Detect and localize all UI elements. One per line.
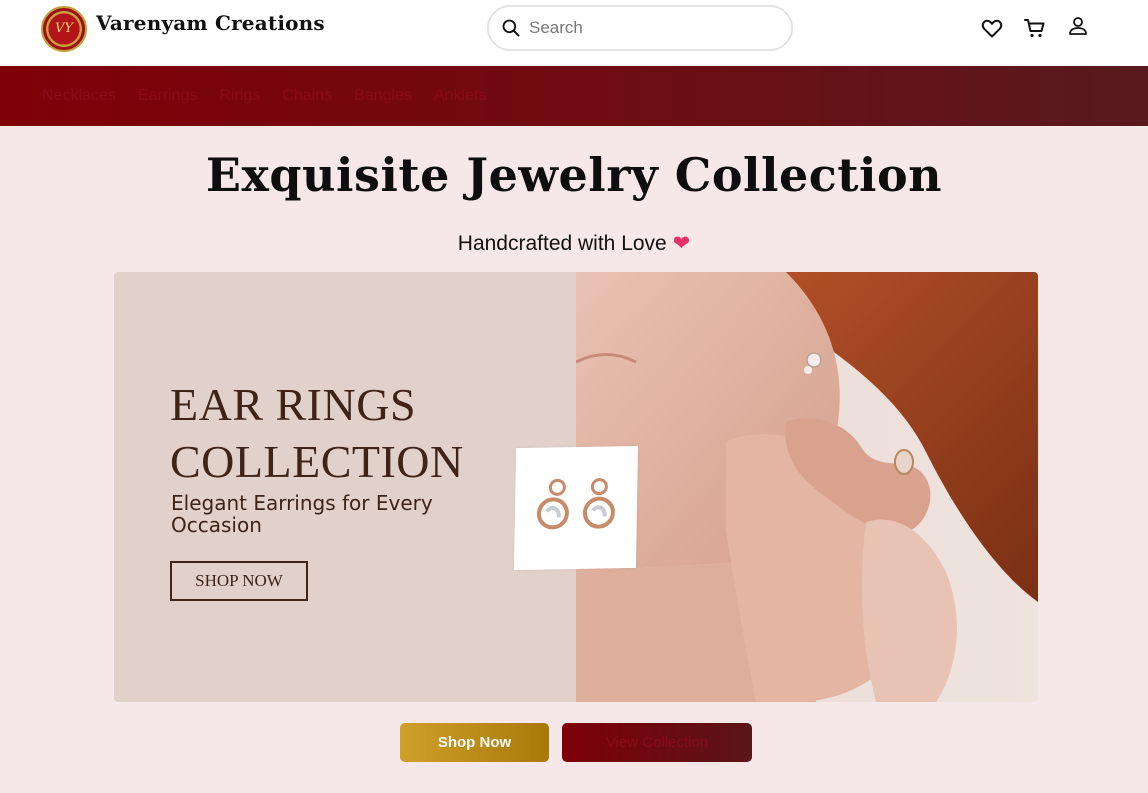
- nav-item-earrings[interactable]: Earrings: [138, 87, 198, 105]
- user-icon[interactable]: [1066, 14, 1090, 38]
- search-input[interactable]: [529, 16, 779, 40]
- category-nav: Necklaces Earrings Rings Chains Bangles …: [0, 66, 1148, 126]
- banner-tagline: Elegant Earrings for Every Occasion: [171, 491, 433, 537]
- nav-item-necklaces[interactable]: Necklaces: [42, 87, 116, 105]
- site-header: VY Varenyam Creations: [0, 0, 1148, 66]
- hero-title: Exquisite Jewelry Collection: [205, 148, 943, 202]
- nav-item-rings[interactable]: Rings: [219, 87, 260, 105]
- banner-heading-line1: EAR RINGS: [170, 379, 417, 430]
- banner-heading: EAR RINGS COLLECTION: [170, 376, 464, 490]
- view-collection-button[interactable]: View Collection: [562, 723, 752, 762]
- category-nav-list: Necklaces Earrings Rings Chains Bangles …: [42, 87, 486, 105]
- hero-subtitle-text: Handcrafted with Love: [457, 232, 667, 255]
- search-icon: [502, 19, 520, 37]
- hero-banner[interactable]: EAR RINGS COLLECTION Elegant Earrings fo…: [114, 272, 1038, 702]
- hero-subtitle: Handcrafted with Love ❤: [0, 231, 1148, 256]
- banner-shop-now-button[interactable]: SHOP NOW: [170, 561, 308, 601]
- model-wearing-earrings-image: [576, 272, 1038, 702]
- earring-product-card[interactable]: [513, 445, 639, 571]
- nav-item-bangles[interactable]: Bangles: [354, 87, 412, 105]
- brand-logo[interactable]: VY: [41, 6, 87, 52]
- banner-heading-line2: COLLECTION: [170, 436, 464, 487]
- earring-product-image: [536, 478, 615, 530]
- heart-emoji-icon: ❤: [672, 232, 691, 255]
- search-bar: [487, 5, 793, 51]
- shop-now-button[interactable]: Shop Now: [400, 723, 549, 762]
- nav-item-chains[interactable]: Chains: [282, 87, 332, 105]
- heart-icon[interactable]: [980, 16, 1004, 40]
- logo-monogram: VY: [55, 21, 73, 36]
- nav-item-anklets[interactable]: Anklets: [434, 87, 486, 105]
- brand-name[interactable]: Varenyam Creations: [96, 11, 325, 35]
- cart-icon[interactable]: [1023, 16, 1047, 40]
